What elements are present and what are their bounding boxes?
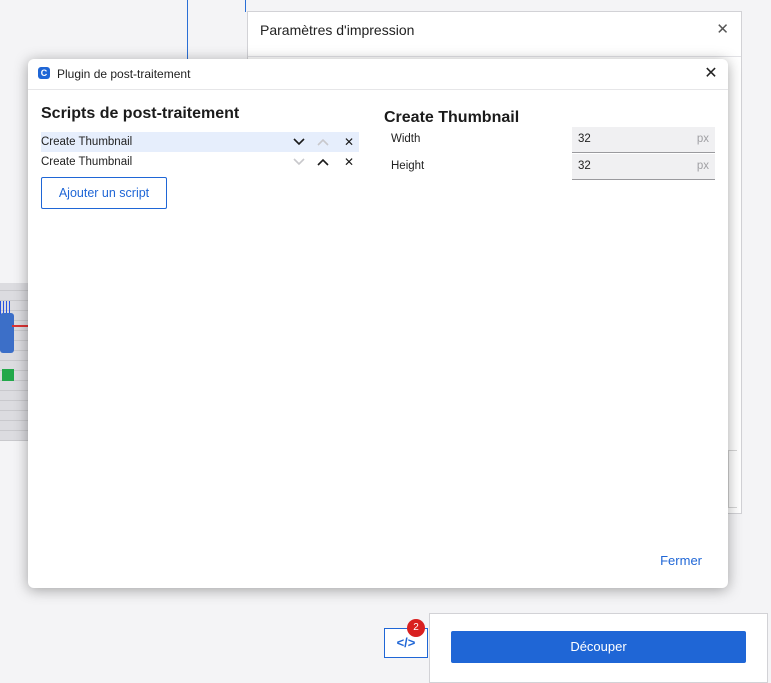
script-list-item[interactable]: Create Thumbnail ✕ [41,132,359,152]
chevron-down-icon[interactable] [290,132,308,152]
scripts-heading: Scripts de post-traitement [41,105,240,122]
script-count-badge: 2 [407,619,425,637]
close-button[interactable]: Fermer [660,553,702,568]
width-input[interactable]: 32 px [572,127,715,153]
divider [248,56,741,57]
panel-frame [728,450,737,508]
width-setting: Width 32 px [384,127,716,154]
height-label: Height [391,160,425,172]
height-setting: Height 32 px [384,154,716,181]
height-value: 32 [578,160,591,172]
code-brackets-icon: </> [396,635,416,650]
axis-x-indicator [12,325,28,327]
width-value: 32 [578,133,591,145]
axis-origin-marker [2,369,14,381]
add-script-button[interactable]: Ajouter un script [41,177,167,209]
remove-x-icon[interactable]: ✕ [340,152,358,172]
scripts-column: Scripts de post-traitement Create Thumbn… [41,105,359,209]
chevron-up-icon [314,132,332,152]
close-icon[interactable]: ✕ [700,63,722,85]
cura-logo-icon: C [38,67,50,79]
script-settings-column: Create Thumbnail Width 32 px Height 32 p… [384,109,716,180]
script-list-item[interactable]: Create Thumbnail ✕ [41,152,359,172]
script-name: Create Thumbnail [41,136,133,148]
post-processing-dialog: C Plugin de post-traitement ✕ Scripts de… [28,59,728,588]
chevron-down-icon [290,152,308,172]
script-list: Create Thumbnail ✕ Create Thumbnail ✕ [41,132,359,172]
height-unit: px [696,160,709,172]
model-object [0,313,14,353]
dialog-title: Plugin de post-traitement [57,67,191,81]
slice-panel: Découper [429,613,768,683]
slice-button[interactable]: Découper [451,631,746,663]
script-settings-heading: Create Thumbnail [384,109,520,126]
viewport-3d[interactable] [0,283,31,441]
background-guide-line [245,0,246,12]
dialog-titlebar: C Plugin de post-traitement ✕ [28,59,728,90]
background-guide-line [187,0,188,60]
print-settings-title: Paramètres d'impression [260,22,415,38]
close-icon[interactable]: ✕ [716,20,729,38]
width-unit: px [696,133,709,145]
script-name: Create Thumbnail [41,156,133,168]
remove-x-icon[interactable]: ✕ [340,132,358,152]
height-input[interactable]: 32 px [572,154,715,180]
width-label: Width [391,133,421,145]
chevron-up-icon[interactable] [314,152,332,172]
